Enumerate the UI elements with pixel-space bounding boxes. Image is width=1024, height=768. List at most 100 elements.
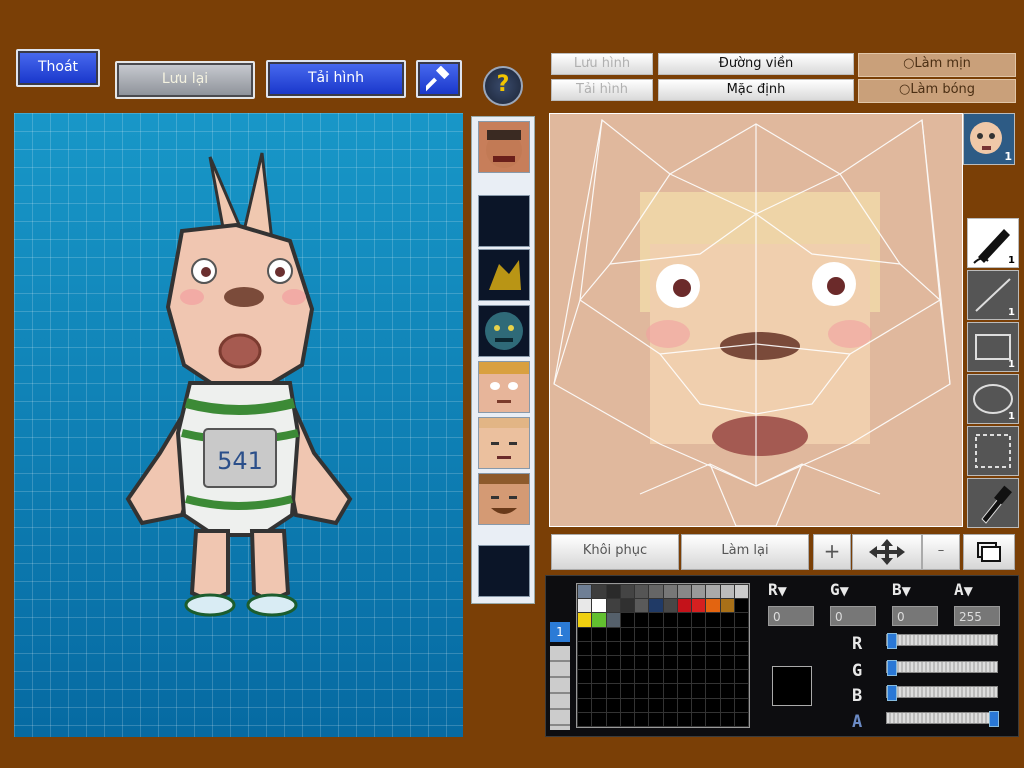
rectangle-tool[interactable]: 1 — [967, 322, 1019, 372]
color-swatch[interactable] — [733, 669, 750, 685]
color-swatch[interactable] — [605, 654, 621, 671]
color-swatch[interactable] — [576, 654, 593, 671]
color-swatch[interactable] — [576, 669, 593, 685]
color-swatch[interactable] — [662, 697, 678, 713]
redo-button[interactable]: Làm lại — [681, 534, 809, 570]
color-swatch[interactable] — [733, 697, 750, 713]
color-swatch[interactable] — [648, 612, 664, 628]
color-swatch[interactable] — [705, 640, 721, 656]
select-tool[interactable] — [967, 426, 1019, 476]
color-swatch[interactable] — [662, 683, 678, 699]
color-swatch[interactable] — [591, 640, 607, 656]
color-swatch[interactable] — [591, 697, 607, 713]
color-swatch[interactable] — [662, 612, 678, 628]
color-swatch[interactable] — [648, 654, 664, 671]
color-swatch[interactable] — [605, 583, 621, 600]
color-swatch[interactable] — [705, 683, 721, 699]
color-swatch[interactable] — [705, 583, 721, 600]
color-swatch[interactable] — [662, 598, 678, 614]
color-swatch[interactable] — [733, 654, 750, 671]
palette-page-tab[interactable]: 1 — [550, 622, 570, 642]
color-swatch[interactable] — [619, 669, 636, 685]
color-swatch[interactable] — [676, 654, 693, 671]
color-swatch[interactable] — [633, 697, 650, 713]
color-swatch[interactable] — [705, 697, 721, 713]
color-swatch[interactable] — [719, 612, 735, 628]
color-swatch[interactable] — [662, 626, 678, 642]
color-swatch[interactable] — [733, 711, 750, 727]
face-preview-thumb[interactable]: 1 — [963, 113, 1015, 165]
color-swatch[interactable] — [705, 711, 721, 727]
red-slider-knob[interactable] — [887, 633, 897, 649]
thumb-face-1[interactable] — [478, 361, 530, 413]
load-image-button[interactable]: Tải hình — [551, 79, 653, 101]
color-swatch[interactable] — [633, 626, 650, 642]
eyedropper-tool[interactable] — [967, 478, 1019, 528]
zoom-in-button[interactable]: + — [813, 534, 851, 570]
color-swatch[interactable] — [662, 669, 678, 685]
color-swatch[interactable] — [619, 711, 636, 727]
color-swatch[interactable] — [705, 669, 721, 685]
color-swatch[interactable] — [591, 626, 607, 642]
green-slider-knob[interactable] — [887, 660, 897, 676]
save-image-button[interactable]: Lưu hình — [551, 53, 653, 75]
color-swatch[interactable] — [676, 640, 693, 656]
save-button[interactable]: Lưu lại — [115, 61, 255, 99]
color-swatch[interactable] — [591, 583, 607, 600]
color-swatch[interactable] — [690, 612, 707, 628]
color-swatch[interactable] — [705, 654, 721, 671]
color-swatch[interactable] — [690, 598, 707, 614]
color-swatch[interactable] — [719, 654, 735, 671]
color-swatch[interactable] — [648, 683, 664, 699]
color-swatch[interactable] — [576, 583, 593, 600]
color-swatch[interactable] — [676, 669, 693, 685]
thumb-empty-1[interactable] — [478, 195, 530, 247]
alpha-slider[interactable] — [886, 711, 999, 727]
palette-page-tabs[interactable] — [550, 646, 570, 730]
color-swatch[interactable] — [591, 598, 607, 614]
color-swatch[interactable] — [633, 583, 650, 600]
color-swatch[interactable] — [576, 612, 593, 628]
line-tool[interactable]: 1 — [967, 270, 1019, 320]
thumb-face-3[interactable] — [478, 473, 530, 525]
thumb-face-2[interactable] — [478, 417, 530, 469]
alpha-slider-knob[interactable] — [989, 711, 999, 727]
red-slider[interactable] — [886, 633, 998, 649]
color-swatch[interactable] — [662, 583, 678, 600]
upload-image-button[interactable]: Tải hình — [266, 60, 406, 98]
swatch-grid[interactable] — [576, 583, 750, 728]
color-swatch[interactable] — [690, 697, 707, 713]
color-swatch[interactable] — [719, 583, 735, 600]
color-swatch[interactable] — [719, 669, 735, 685]
color-swatch[interactable] — [633, 683, 650, 699]
color-swatch[interactable] — [576, 626, 593, 642]
zoom-out-button[interactable]: – — [922, 534, 960, 570]
blue-slider[interactable] — [886, 685, 998, 701]
color-swatch[interactable] — [648, 669, 664, 685]
color-swatch[interactable] — [576, 697, 593, 713]
smooth-option[interactable]: ○Làm mịn — [858, 53, 1016, 77]
help-button[interactable]: ? — [483, 66, 523, 106]
thumb-face-monster[interactable] — [478, 305, 530, 357]
color-swatch[interactable] — [676, 711, 693, 727]
green-value[interactable]: 0 — [830, 606, 876, 626]
color-swatch[interactable] — [733, 640, 750, 656]
color-swatch[interactable] — [576, 683, 593, 699]
color-swatch[interactable] — [648, 640, 664, 656]
blue-value[interactable]: 0 — [892, 606, 938, 626]
color-swatch[interactable] — [576, 640, 593, 656]
ellipse-tool[interactable]: 1 — [967, 374, 1019, 424]
thumb-face-angry[interactable] — [478, 121, 530, 173]
color-swatch[interactable] — [690, 640, 707, 656]
color-swatch[interactable] — [591, 669, 607, 685]
color-swatch[interactable] — [605, 640, 621, 656]
character-preview[interactable]: 541 — [14, 113, 463, 737]
color-swatch[interactable] — [733, 583, 750, 600]
color-swatch[interactable] — [605, 626, 621, 642]
color-swatch[interactable] — [619, 654, 636, 671]
color-swatch[interactable] — [719, 697, 735, 713]
color-swatch[interactable] — [705, 626, 721, 642]
color-swatch[interactable] — [719, 598, 735, 614]
color-swatch[interactable] — [591, 711, 607, 727]
color-swatch[interactable] — [648, 697, 664, 713]
